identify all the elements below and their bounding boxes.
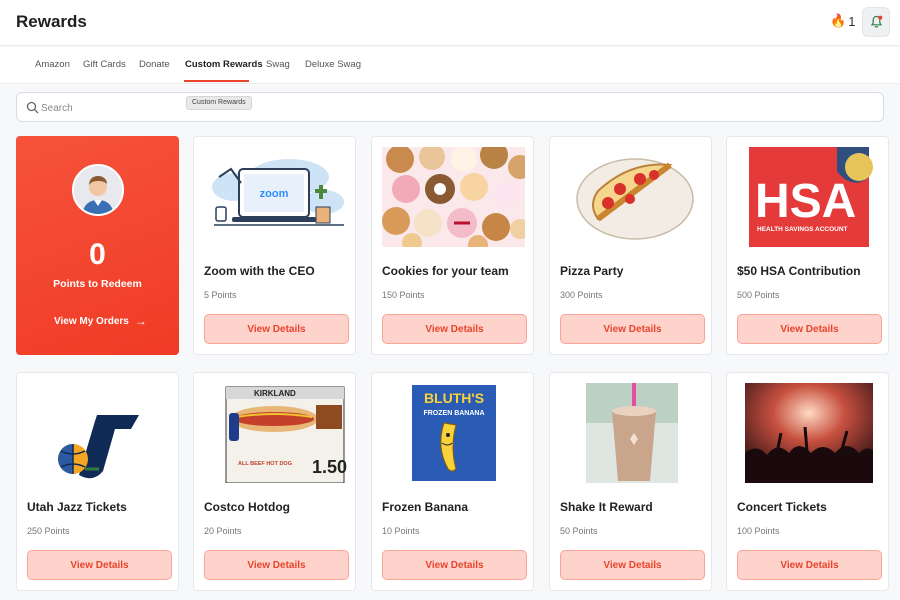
reward-points: 250 Points — [27, 526, 70, 536]
hotdog-price-text: 1.50 — [312, 457, 347, 477]
flame-icon: 🔥 — [830, 13, 847, 28]
reward-points: 300 Points — [560, 290, 603, 300]
frozen-banana-text: FROZEN BANANA — [423, 410, 484, 417]
points-label: Points to Redeem — [53, 278, 142, 290]
hsa-subtitle-text: HEALTH SAVINGS ACCOUNT — [757, 226, 848, 233]
svg-text:ALL BEEF HOT DOG: ALL BEEF HOT DOG — [238, 461, 292, 467]
arrow-right-icon: → — [134, 314, 147, 328]
reward-points: 50 Points — [560, 526, 598, 536]
reward-name: Cookies for your team — [382, 264, 509, 278]
pizza-image — [560, 147, 703, 247]
view-details-button[interactable]: View Details — [382, 550, 527, 580]
tab-donate[interactable]: Donate — [139, 59, 170, 70]
hsa-title-text: HSA — [755, 175, 856, 228]
view-details-button[interactable]: View Details — [27, 550, 172, 580]
zoom-image: zoom — [204, 147, 347, 247]
concert-image — [737, 383, 880, 483]
reward-name: Utah Jazz Tickets — [27, 500, 127, 514]
reward-points: 500 Points — [737, 290, 780, 300]
points-card: 0 Points to Redeem View My Orders → — [16, 136, 179, 355]
reward-name: Costco Hotdog — [204, 500, 290, 514]
streak-count: 1 — [848, 13, 856, 29]
reward-points: 100 Points — [737, 526, 780, 536]
shake-image — [560, 383, 703, 483]
reward-name: Concert Tickets — [737, 500, 827, 514]
search-icon — [26, 101, 39, 114]
reward-card[interactable]: Cookies for your team 150 Points View De… — [371, 136, 534, 355]
view-orders-label: View My Orders — [54, 315, 129, 327]
view-details-button[interactable]: View Details — [560, 550, 705, 580]
reward-card[interactable]: Shake It Reward 50 Points View Details — [549, 372, 712, 591]
reward-points: 10 Points — [382, 526, 420, 536]
hsa-image: HSA HEALTH SAVINGS ACCOUNT — [737, 147, 880, 247]
view-orders-link[interactable]: View My Orders → — [54, 314, 147, 328]
avatar[interactable] — [72, 164, 124, 216]
tab-tooltip: Custom Rewards — [186, 96, 252, 110]
hotdog-image: KIRKLAND ALL BEEF HOT DOG 1.50 — [204, 383, 347, 483]
tab-swag[interactable]: Swag — [266, 59, 290, 70]
reward-name: Frozen Banana — [382, 500, 469, 514]
view-details-button[interactable]: View Details — [737, 314, 882, 344]
search-bar[interactable] — [16, 92, 884, 122]
utah-jazz-logo-image — [27, 383, 170, 483]
cookies-image — [382, 147, 525, 247]
reward-name: $50 HSA Contribution — [737, 264, 861, 278]
reward-card[interactable]: zoom Zoom with the CEO 5 Points View Det… — [193, 136, 356, 355]
view-details-button[interactable]: View Details — [382, 314, 527, 344]
tab-gift-cards[interactable]: Gift Cards — [83, 59, 126, 70]
tab-deluxe-swag[interactable]: Deluxe Swag — [305, 59, 361, 70]
tab-amazon[interactable]: Amazon — [35, 59, 70, 70]
bell-icon — [870, 15, 882, 28]
reward-points: 20 Points — [204, 526, 242, 536]
reward-points: 150 Points — [382, 290, 425, 300]
points-value: 0 — [89, 238, 106, 271]
notifications-button[interactable] — [862, 7, 890, 37]
active-tab-indicator — [184, 80, 249, 82]
reward-card[interactable]: Utah Jazz Tickets 250 Points View Detail… — [16, 372, 179, 591]
zoom-logo-text: zoom — [260, 188, 289, 200]
page-title: Rewards — [16, 12, 87, 31]
reward-card[interactable]: HSA HEALTH SAVINGS ACCOUNT $50 HSA Contr… — [726, 136, 889, 355]
reward-name: Shake It Reward — [560, 500, 653, 514]
view-details-button[interactable]: View Details — [737, 550, 882, 580]
streak-counter[interactable]: 🔥 1 — [830, 13, 855, 29]
reward-points: 5 Points — [204, 290, 237, 300]
reward-card[interactable]: KIRKLAND ALL BEEF HOT DOG 1.50 Costco Ho… — [193, 372, 356, 591]
top-bar: Rewards 🔥 1 — [0, 0, 900, 46]
category-tabs: Amazon Gift Cards Donate Custom Rewards … — [0, 47, 900, 84]
view-details-button[interactable]: View Details — [204, 550, 349, 580]
bluths-text: BLUTH'S — [424, 390, 484, 406]
reward-card[interactable]: Concert Tickets 100 Points View Details — [726, 372, 889, 591]
view-details-button[interactable]: View Details — [204, 314, 349, 344]
kirkland-text: KIRKLAND — [254, 389, 296, 398]
search-input[interactable] — [41, 98, 861, 118]
view-details-button[interactable]: View Details — [560, 314, 705, 344]
frozen-banana-image: BLUTH'S FROZEN BANANA — [382, 383, 525, 483]
reward-card[interactable]: Pizza Party 300 Points View Details — [549, 136, 712, 355]
reward-card[interactable]: BLUTH'S FROZEN BANANA Frozen Banana 10 P… — [371, 372, 534, 591]
reward-name: Pizza Party — [560, 264, 624, 278]
tab-custom-rewards[interactable]: Custom Rewards — [185, 59, 263, 70]
reward-name: Zoom with the CEO — [204, 264, 315, 278]
